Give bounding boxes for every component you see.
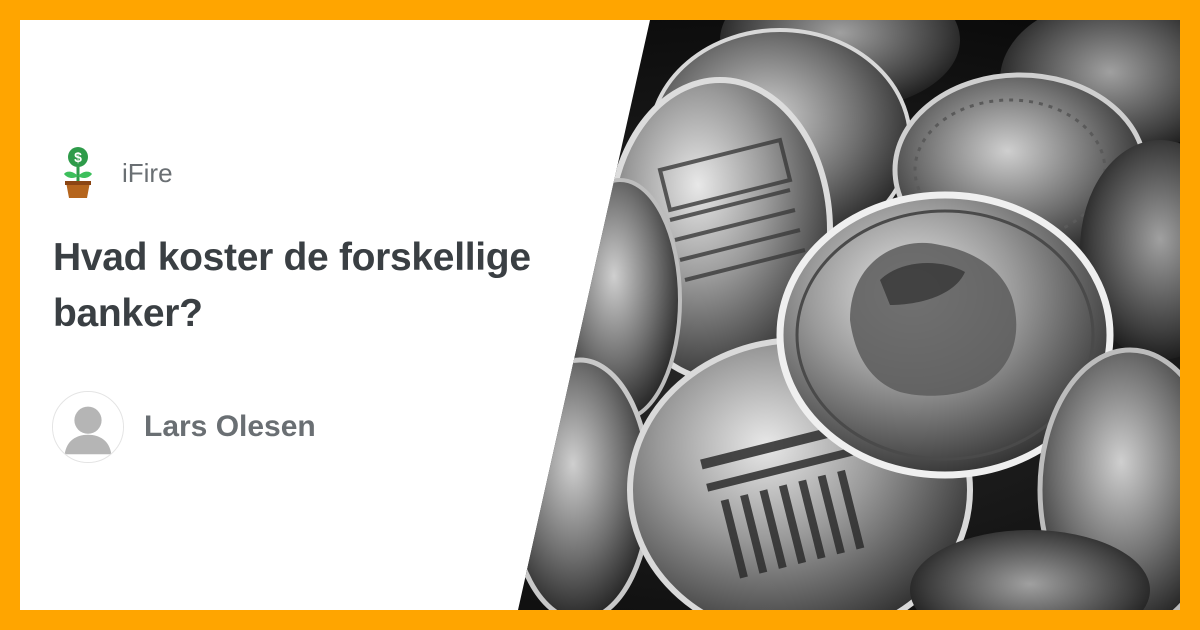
author-name: Lars Olesen bbox=[144, 410, 316, 443]
user-avatar-icon bbox=[52, 391, 124, 463]
share-card: $ iFire Hvad koster de forskellige banke… bbox=[20, 20, 1180, 610]
svg-text:$: $ bbox=[74, 149, 82, 165]
money-plant-icon: $ bbox=[64, 147, 92, 198]
article-title[interactable]: Hvad koster de forskellige banker? bbox=[53, 230, 593, 342]
brand-name: iFire bbox=[122, 158, 173, 188]
brand[interactable]: $ iFire bbox=[60, 146, 173, 200]
author[interactable]: Lars Olesen bbox=[52, 390, 316, 464]
